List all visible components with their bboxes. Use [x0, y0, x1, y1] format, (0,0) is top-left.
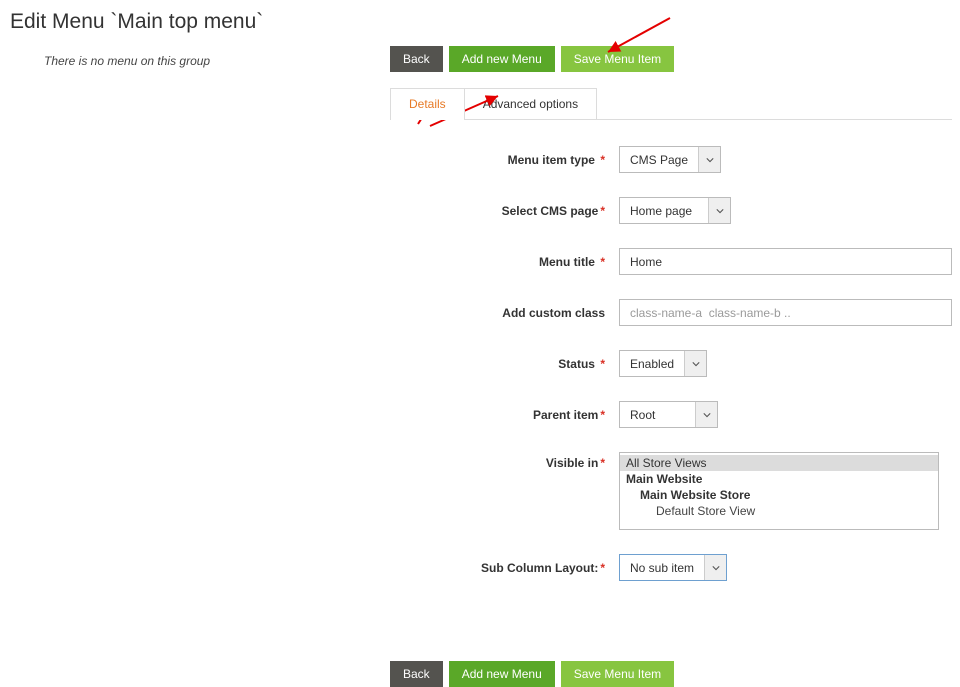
label-parent-item: Parent item* — [391, 408, 619, 422]
select-menu-item-type[interactable]: CMS Page — [619, 146, 721, 173]
right-column: Back Add new Menu Save Menu Item Details… — [390, 40, 960, 687]
label-menu-title: Menu title * — [391, 255, 619, 269]
back-button[interactable]: Back — [390, 661, 443, 687]
tab-advanced-options[interactable]: Advanced options — [464, 88, 597, 119]
save-menu-item-button[interactable]: Save Menu Item — [561, 661, 674, 687]
form-details: Menu item type * CMS Page Select CMS pag… — [390, 120, 952, 613]
tab-details[interactable]: Details — [390, 88, 465, 119]
label-custom-class: Add custom class — [391, 306, 619, 320]
add-new-menu-button[interactable]: Add new Menu — [449, 46, 555, 72]
select-parent-item-value: Root — [620, 402, 695, 427]
label-status: Status * — [391, 357, 619, 371]
empty-menu-message: There is no menu on this group — [0, 40, 390, 68]
label-sub-column-layout: Sub Column Layout:* — [391, 561, 619, 575]
select-menu-item-type-value: CMS Page — [620, 147, 698, 172]
select-status-value: Enabled — [620, 351, 684, 376]
select-cms-page-value: Home page — [620, 198, 708, 223]
chevron-down-icon — [695, 402, 717, 427]
list-item[interactable]: Main Website Store — [620, 487, 938, 503]
select-cms-page[interactable]: Home page — [619, 197, 731, 224]
add-new-menu-button[interactable]: Add new Menu — [449, 661, 555, 687]
bottom-button-row: Back Add new Menu Save Menu Item — [390, 661, 952, 687]
select-sub-column-layout-value: No sub item — [620, 555, 704, 580]
chevron-down-icon — [698, 147, 720, 172]
list-item[interactable]: Main Website — [620, 471, 938, 487]
input-menu-title[interactable] — [619, 248, 952, 275]
label-select-cms-page: Select CMS page* — [391, 204, 619, 218]
select-status[interactable]: Enabled — [619, 350, 707, 377]
chevron-down-icon — [684, 351, 706, 376]
page-title: Edit Menu `Main top menu` — [0, 0, 960, 40]
save-menu-item-button[interactable]: Save Menu Item — [561, 46, 674, 72]
list-item[interactable]: All Store Views — [620, 455, 938, 471]
left-column: There is no menu on this group — [0, 40, 390, 68]
label-visible-in: Visible in* — [391, 452, 619, 470]
input-custom-class[interactable] — [619, 299, 952, 326]
chevron-down-icon — [708, 198, 730, 223]
select-sub-column-layout[interactable]: No sub item — [619, 554, 727, 581]
select-parent-item[interactable]: Root — [619, 401, 718, 428]
list-item[interactable]: Default Store View — [620, 503, 938, 519]
chevron-down-icon — [704, 555, 726, 580]
label-menu-item-type: Menu item type * — [391, 153, 619, 167]
tab-bar: Details Advanced options — [390, 88, 952, 120]
layout: There is no menu on this group Back Add … — [0, 40, 960, 687]
top-button-row: Back Add new Menu Save Menu Item — [390, 46, 952, 72]
listbox-visible-in[interactable]: All Store Views Main Website Main Websit… — [619, 452, 939, 530]
back-button[interactable]: Back — [390, 46, 443, 72]
